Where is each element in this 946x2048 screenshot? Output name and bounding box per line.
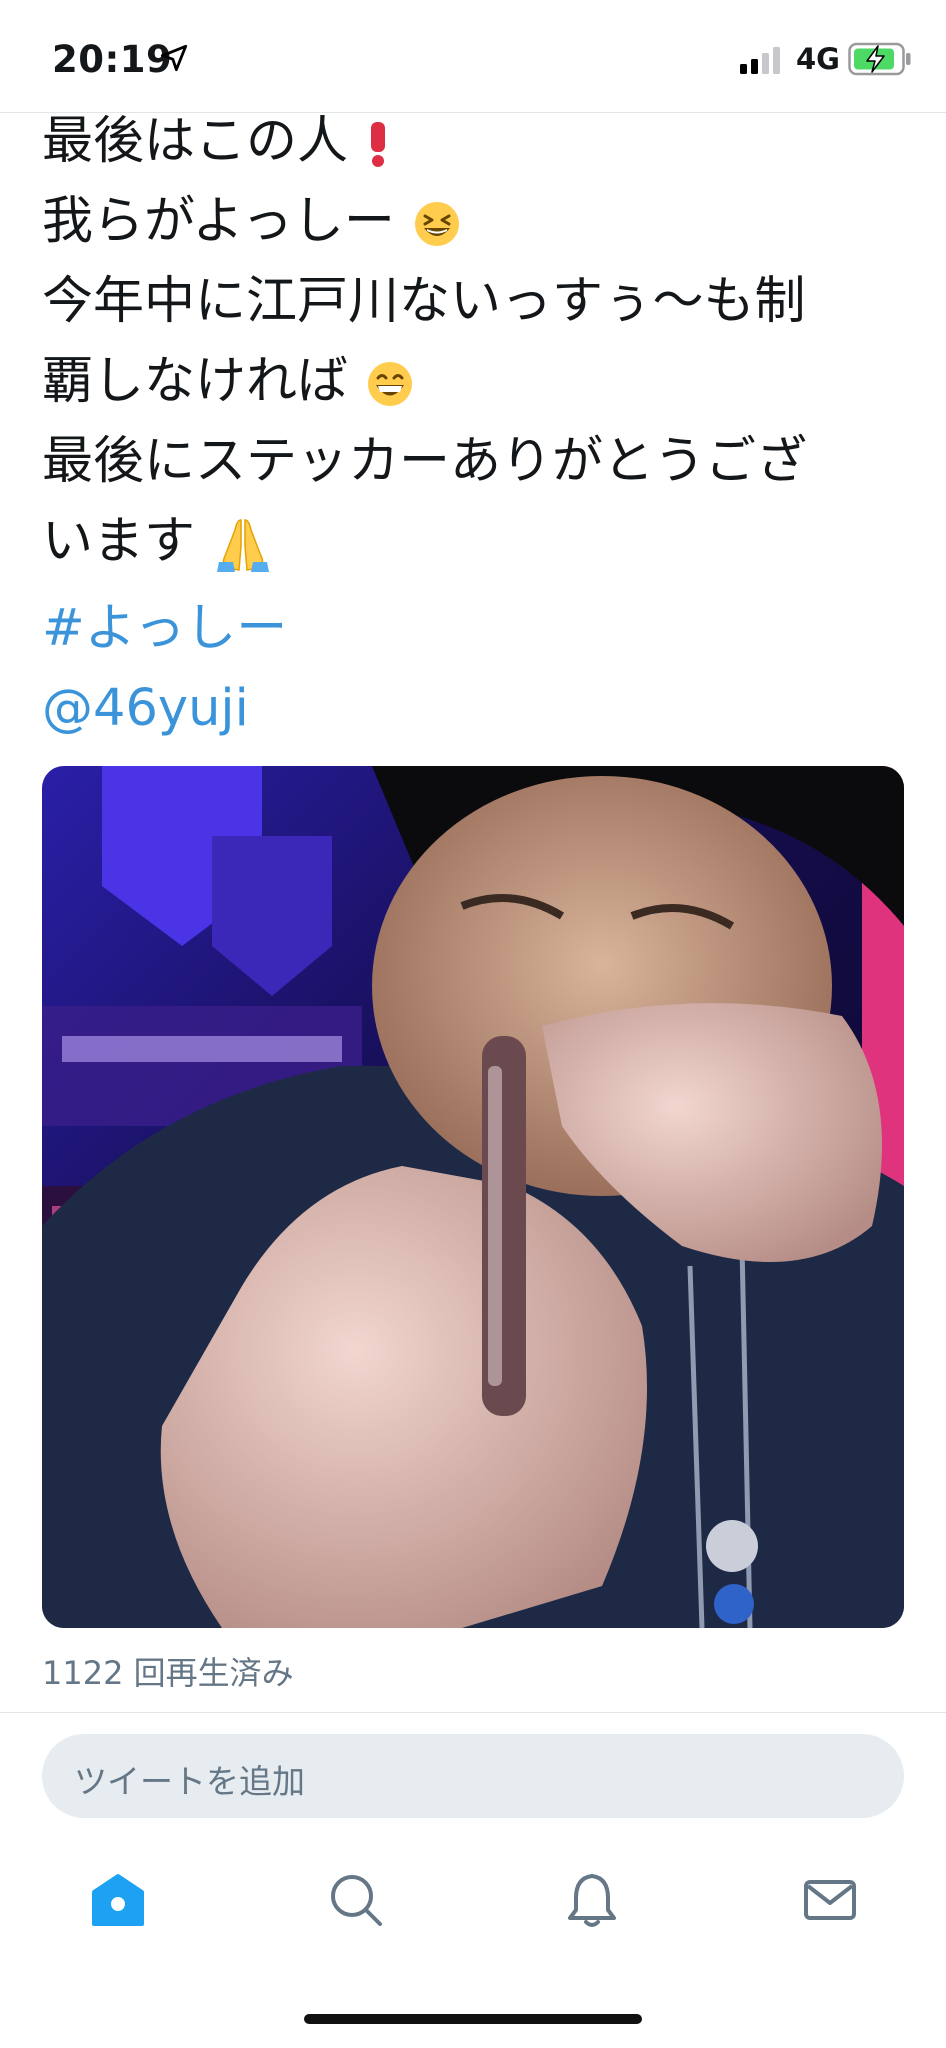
tweet-line: 最後はこの人 — [42, 112, 349, 171]
reply-placeholder: ツイートを追加 — [74, 1762, 305, 1801]
exclamation-emoji-icon — [371, 122, 386, 167]
location-arrow-icon — [160, 44, 188, 72]
network-type: 4G — [796, 42, 840, 76]
tweet-line: 覇しなければ — [42, 352, 349, 411]
tweet-line: 今年中に江戸川ないっすぅ〜も制 — [42, 272, 806, 331]
tweet-line: います — [42, 512, 196, 571]
view-count: 1122 回再生済み — [42, 1654, 294, 1692]
video-player[interactable] — [42, 766, 904, 1628]
folded-hands-emoji-icon — [217, 519, 270, 572]
messages-icon[interactable] — [800, 1870, 860, 1930]
home-icon[interactable] — [88, 1870, 148, 1930]
reply-input[interactable]: ツイートを追加 — [42, 1734, 904, 1818]
tweet-line: 我らがよっしー — [42, 192, 395, 251]
grinning-face-emoji-icon — [368, 362, 413, 406]
home-indicator[interactable] — [304, 2014, 642, 2024]
divider — [0, 1712, 946, 1713]
video-frame — [42, 766, 904, 1628]
mention-link[interactable]: @46yuji — [42, 676, 249, 742]
laughing-face-emoji-icon — [415, 202, 460, 246]
tweet-line: 最後にステッカーありがとうござ — [42, 432, 808, 491]
notifications-icon[interactable] — [562, 1870, 622, 1930]
battery-charging-icon — [848, 42, 911, 76]
status-time: 20:19 — [52, 38, 173, 81]
status-bar: 20:19 4G — [0, 0, 946, 113]
search-icon[interactable] — [326, 1870, 386, 1930]
tweet-text: 最後はこの人 我らがよっしー 今年中に江戸川ないっすぅ〜も制 覇しなければ 最後… — [42, 102, 902, 582]
hashtag-link[interactable]: #よっしー — [42, 596, 287, 662]
signal-strength-icon — [740, 47, 780, 74]
